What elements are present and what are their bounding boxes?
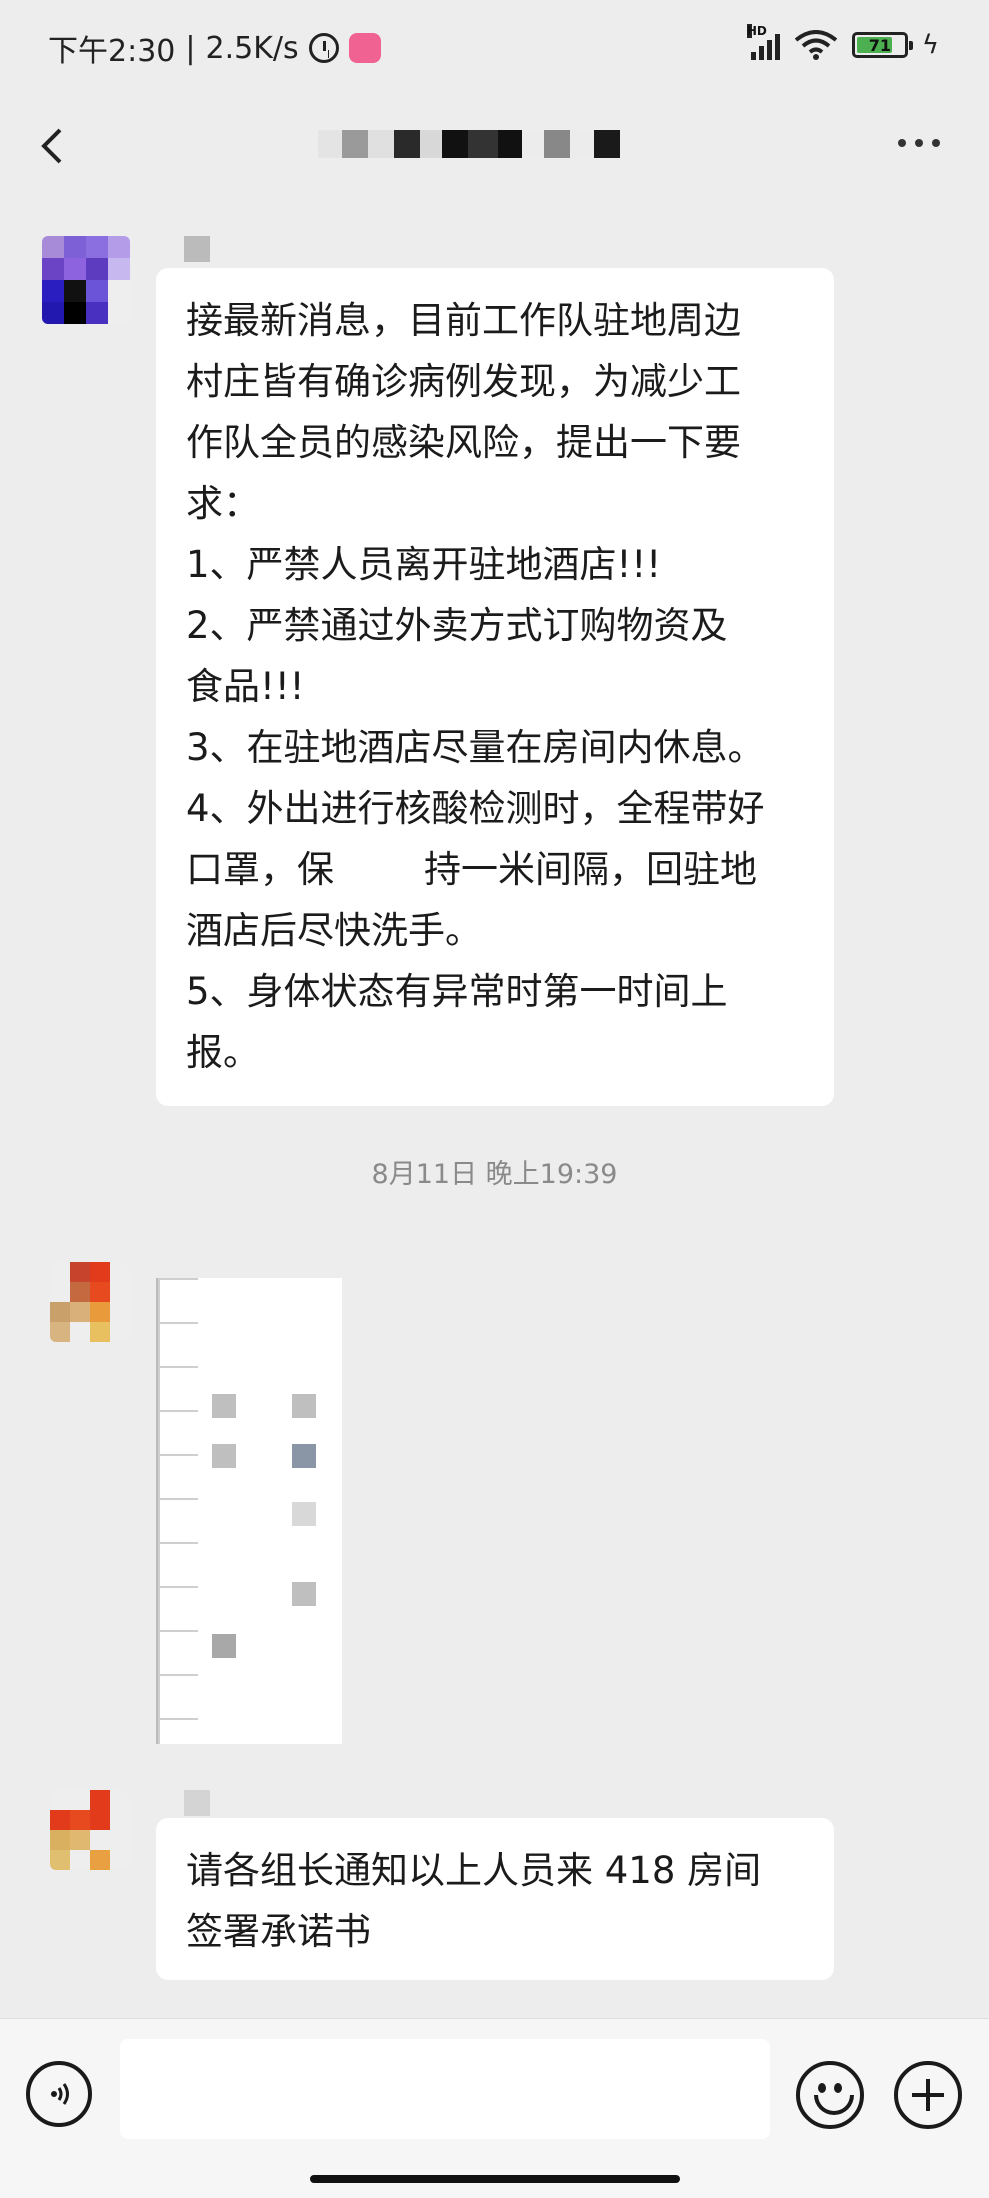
more-icon[interactable] xyxy=(889,128,949,158)
status-separator: | xyxy=(185,30,196,66)
image-message[interactable] xyxy=(156,1278,342,1744)
status-time: 下午2:30 xyxy=(48,34,176,69)
plus-icon[interactable] xyxy=(894,2061,962,2129)
message-bubble[interactable]: 请各组长通知以上人员来 418 房间 签署承诺书 xyxy=(156,1818,834,1980)
image-redaction xyxy=(212,1444,236,1468)
signal-label: HD xyxy=(746,24,767,38)
image-redaction xyxy=(292,1394,316,1418)
message-line: 请各组长通知以上人员来 418 房间 xyxy=(186,1849,762,1892)
avatar[interactable] xyxy=(50,1262,130,1342)
message-line: 3、在驻地酒店尽量在房间内休息。 xyxy=(186,726,765,769)
message-line: 4、外出进行核酸检测时，全程带好 xyxy=(186,787,765,830)
home-indicator[interactable] xyxy=(310,2175,680,2183)
sender-name-redacted xyxy=(184,236,210,262)
chat-header xyxy=(0,100,989,192)
message-line: 接最新消息，目前工作队驻地周边 xyxy=(186,299,741,342)
message-line: 2、严禁通过外卖方式订购物资及 xyxy=(186,604,728,647)
message-bubble[interactable]: 接最新消息，目前工作队驻地周边 村庄皆有确诊病例发现，为减少工 作队全员的感染风… xyxy=(156,268,834,1106)
message-timestamp: 8月11日 晚上19:39 xyxy=(371,1159,618,1190)
message-line: 作队全员的感染风险，提出一下要 xyxy=(186,421,741,464)
emoji-icon[interactable] xyxy=(796,2061,864,2129)
battery-icon: 71 xyxy=(851,32,913,58)
input-bar xyxy=(0,2018,989,2198)
message-line: 食品!!! xyxy=(186,665,305,708)
message-line: 签署承诺书 xyxy=(186,1910,371,1953)
message-line: 报。 xyxy=(186,1031,260,1074)
message-line: 5、身体状态有异常时第一时间上 xyxy=(186,970,728,1013)
wifi-icon xyxy=(794,30,838,60)
status-bar: 下午2:30 | 2.5K/s HD 71 ϟ xyxy=(0,0,989,100)
image-redaction xyxy=(292,1582,316,1606)
avatar[interactable] xyxy=(50,1790,130,1870)
image-redaction xyxy=(292,1444,316,1468)
message-line: 酒店后尽快洗手。 xyxy=(186,909,482,952)
message-line: 村庄皆有确诊病例发现，为减少工 xyxy=(186,360,741,403)
chevron-left-icon[interactable] xyxy=(30,122,78,170)
message-line: 1、严禁人员离开驻地酒店!!! xyxy=(186,543,662,586)
alarm-icon xyxy=(308,33,339,63)
message-line: 求： xyxy=(186,482,260,525)
image-redaction xyxy=(292,1502,316,1526)
image-redaction xyxy=(212,1634,236,1658)
message-line: 持一米间隔，回驻地 xyxy=(424,848,757,891)
image-grid xyxy=(158,1278,198,1744)
charging-icon: ϟ xyxy=(921,30,939,60)
image-redaction xyxy=(212,1394,236,1418)
status-left: 下午2:30 | 2.5K/s xyxy=(48,26,381,70)
voice-icon[interactable] xyxy=(26,2061,92,2127)
app-icon xyxy=(348,33,381,63)
chat-title-redacted xyxy=(318,130,620,158)
status-right: HD 71 ϟ xyxy=(746,24,939,60)
signal-icon: HD xyxy=(746,24,780,60)
sender-name-redacted xyxy=(184,1790,210,1816)
message-input[interactable] xyxy=(120,2039,770,2139)
battery-level: 71 xyxy=(868,35,891,55)
avatar[interactable] xyxy=(42,236,130,324)
message-line-group: 口罩，保 持一米间隔，回驻地 xyxy=(186,839,810,900)
network-speed: 2.5K/s xyxy=(205,30,299,66)
message-line: 口罩，保 xyxy=(186,848,334,891)
